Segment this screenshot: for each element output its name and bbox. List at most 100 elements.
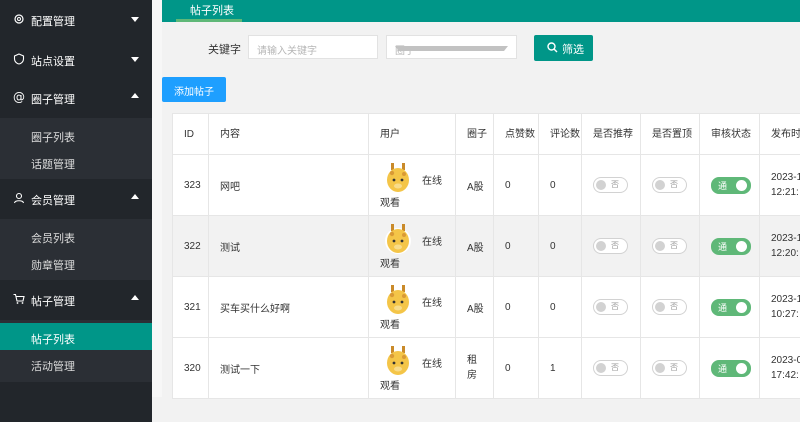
chevron-down-icon (395, 46, 508, 51)
sidebar-group-circle[interactable]: @ 圈子管理 (0, 78, 152, 118)
cell-id: 322 (173, 216, 209, 277)
review-switch[interactable]: 通 (711, 238, 751, 255)
cell-comments: 1 (539, 338, 582, 399)
cell-user: 在线 观看 (369, 216, 456, 277)
cell-review: 通 (700, 155, 760, 216)
sidebar-group-config[interactable]: 配置管理 (0, 0, 152, 40)
cell-circle: A股 (456, 277, 494, 338)
at-icon: @ (13, 91, 25, 103)
cell-likes: 0 (494, 216, 539, 277)
keyword-input[interactable]: 请输入关键字 (248, 35, 378, 59)
sidebar-item-member-list[interactable]: 会员列表 (0, 222, 152, 249)
top-switch[interactable]: 否 (652, 299, 687, 315)
sidebar-item-post-list[interactable]: 帖子列表 (0, 323, 152, 350)
column-header: 是否推荐 (582, 114, 641, 155)
sidebar-item-topic[interactable]: 话题管理 (0, 148, 152, 175)
search-button[interactable]: 筛选 (534, 35, 593, 61)
sidebar-group-label: 帖子管理 (31, 293, 75, 309)
add-post-button[interactable]: 添加帖子 (162, 77, 226, 102)
chevron-down-icon (131, 57, 139, 62)
cell-time: 2023-110:27: (760, 277, 800, 338)
cell-recommend: 否 (582, 216, 641, 277)
giraffe-avatar-icon (384, 223, 412, 255)
keyword-label: 关键字 (208, 41, 241, 57)
cell-user: 在线 观看 (369, 338, 456, 399)
cell-review: 通 (700, 338, 760, 399)
sidebar-group-label: 站点设置 (31, 53, 75, 69)
cell-recommend: 否 (582, 155, 641, 216)
cell-likes: 0 (494, 338, 539, 399)
svg-text:@: @ (13, 91, 25, 103)
sidebar: 配置管理 站点设置 @ 圈子管理 圈子列表 话题管理 会员管理 会员列表 勋章管… (0, 0, 152, 397)
table-header-row: ID 内容 用户 圈子 点赞数 评论数 是否推荐 是否置顶 审核状态 发布时间 (173, 114, 800, 155)
sidebar-group-post[interactable]: 帖子管理 (0, 280, 152, 320)
review-switch[interactable]: 通 (711, 177, 751, 194)
sidebar-group-label: 圈子管理 (31, 91, 75, 107)
cell-id: 320 (173, 338, 209, 399)
recommend-switch[interactable]: 否 (593, 299, 628, 315)
post-table: ID 内容 用户 圈子 点赞数 评论数 是否推荐 是否置顶 审核状态 发布时间 … (172, 113, 800, 399)
top-tab-bar: 帖子列表 (162, 0, 800, 22)
cell-top: 否 (641, 216, 700, 277)
cell-content: 网吧 (209, 155, 369, 216)
table-row: 323 网吧 在线 观看 A股 0 0 否 否 通 2023-112:21: (173, 155, 800, 216)
circle-select[interactable]: 圈子 (386, 35, 517, 59)
cell-content: 买车买什么好啊 (209, 277, 369, 338)
recommend-switch[interactable]: 否 (593, 177, 628, 193)
table-row: 321 买车买什么好啊 在线 观看 A股 0 0 否 否 通 2023-110:… (173, 277, 800, 338)
cell-content: 测试 (209, 216, 369, 277)
shield-icon (13, 53, 25, 65)
cell-comments: 0 (539, 277, 582, 338)
top-switch[interactable]: 否 (652, 238, 687, 254)
sidebar-group-member[interactable]: 会员管理 (0, 179, 152, 219)
sidebar-group-label: 会员管理 (31, 192, 75, 208)
table-row: 322 测试 在线 观看 A股 0 0 否 否 通 2023-112:20: (173, 216, 800, 277)
sidebar-group-label: 配置管理 (31, 13, 75, 29)
recommend-switch[interactable]: 否 (593, 238, 628, 254)
top-switch[interactable]: 否 (652, 177, 687, 193)
sidebar-item-activity[interactable]: 活动管理 (0, 350, 152, 377)
column-header: 点赞数 (494, 114, 539, 155)
search-icon (547, 42, 558, 53)
review-switch[interactable]: 通 (711, 299, 751, 316)
cell-id: 323 (173, 155, 209, 216)
cart-icon (13, 293, 25, 305)
gear-icon (13, 13, 25, 25)
column-header: 圈子 (456, 114, 494, 155)
column-header: 用户 (369, 114, 456, 155)
keyword-placeholder: 请输入关键字 (257, 42, 317, 57)
sidebar-item-circle-list[interactable]: 圈子列表 (0, 121, 152, 148)
cell-circle: A股 (456, 155, 494, 216)
cell-comments: 0 (539, 155, 582, 216)
cell-review: 通 (700, 216, 760, 277)
cell-top: 否 (641, 155, 700, 216)
column-header: 审核状态 (700, 114, 760, 155)
top-switch[interactable]: 否 (652, 360, 687, 376)
cell-content: 测试一下 (209, 338, 369, 399)
cell-recommend: 否 (582, 277, 641, 338)
cell-likes: 0 (494, 277, 539, 338)
cell-top: 否 (641, 338, 700, 399)
cell-user: 在线 观看 (369, 277, 456, 338)
sidebar-group-site[interactable]: 站点设置 (0, 40, 152, 80)
column-header: 发布时间 (760, 114, 800, 155)
content-gutter (152, 0, 162, 397)
sidebar-group-next[interactable] (0, 382, 152, 422)
cell-likes: 0 (494, 155, 539, 216)
giraffe-avatar-icon (384, 162, 412, 194)
cell-review: 通 (700, 277, 760, 338)
chevron-down-icon (131, 17, 139, 22)
column-header: ID (173, 114, 209, 155)
review-switch[interactable]: 通 (711, 360, 751, 377)
giraffe-avatar-icon (384, 345, 412, 377)
tab-post-list[interactable]: 帖子列表 (176, 0, 242, 22)
chevron-up-icon (131, 194, 139, 199)
column-header: 内容 (209, 114, 369, 155)
recommend-switch[interactable]: 否 (593, 360, 628, 376)
cell-time: 2023-112:20: (760, 216, 800, 277)
cell-circle: 租房 (456, 338, 494, 399)
sidebar-item-medal[interactable]: 勋章管理 (0, 249, 152, 276)
cell-recommend: 否 (582, 338, 641, 399)
cell-comments: 0 (539, 216, 582, 277)
cell-id: 321 (173, 277, 209, 338)
